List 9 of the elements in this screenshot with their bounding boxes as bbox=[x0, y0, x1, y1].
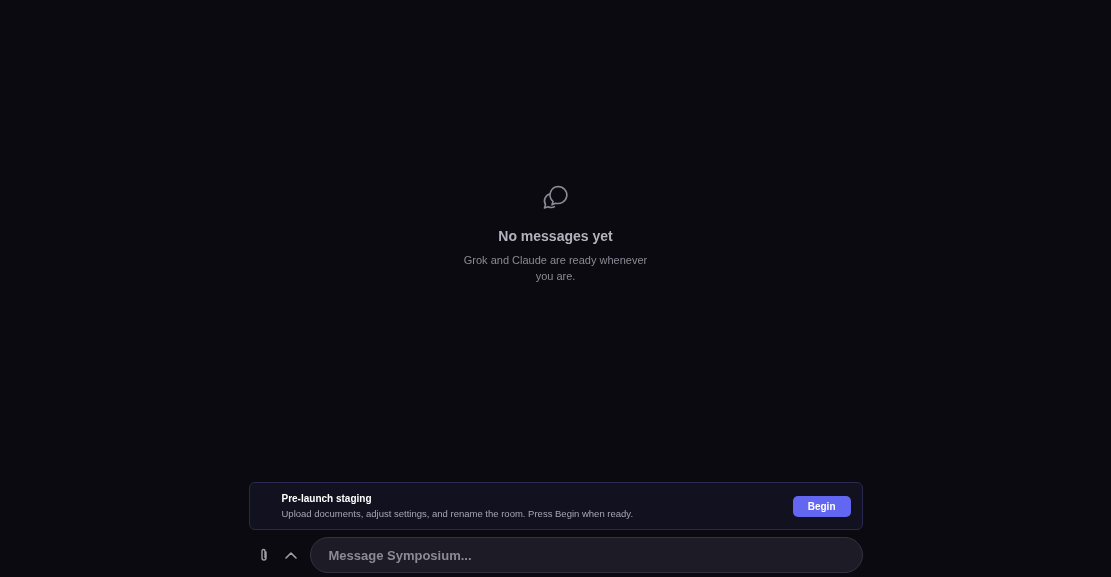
banner-description: Upload documents, adjust settings, and rename the room. Press Begin when ready. bbox=[281, 508, 634, 519]
begin-button[interactable]: Begin bbox=[792, 495, 851, 517]
chevron-up-icon[interactable] bbox=[284, 551, 297, 559]
empty-state-title: No messages yet bbox=[498, 228, 613, 244]
empty-state-message: Grok and Claude are ready whenever you are. bbox=[462, 253, 649, 284]
chat-bubbles-icon bbox=[541, 184, 570, 212]
message-input-field[interactable]: Message Symposium... bbox=[309, 537, 863, 573]
banner-title: Pre-launch staging bbox=[281, 493, 373, 504]
paperclip-icon[interactable] bbox=[258, 548, 269, 562]
